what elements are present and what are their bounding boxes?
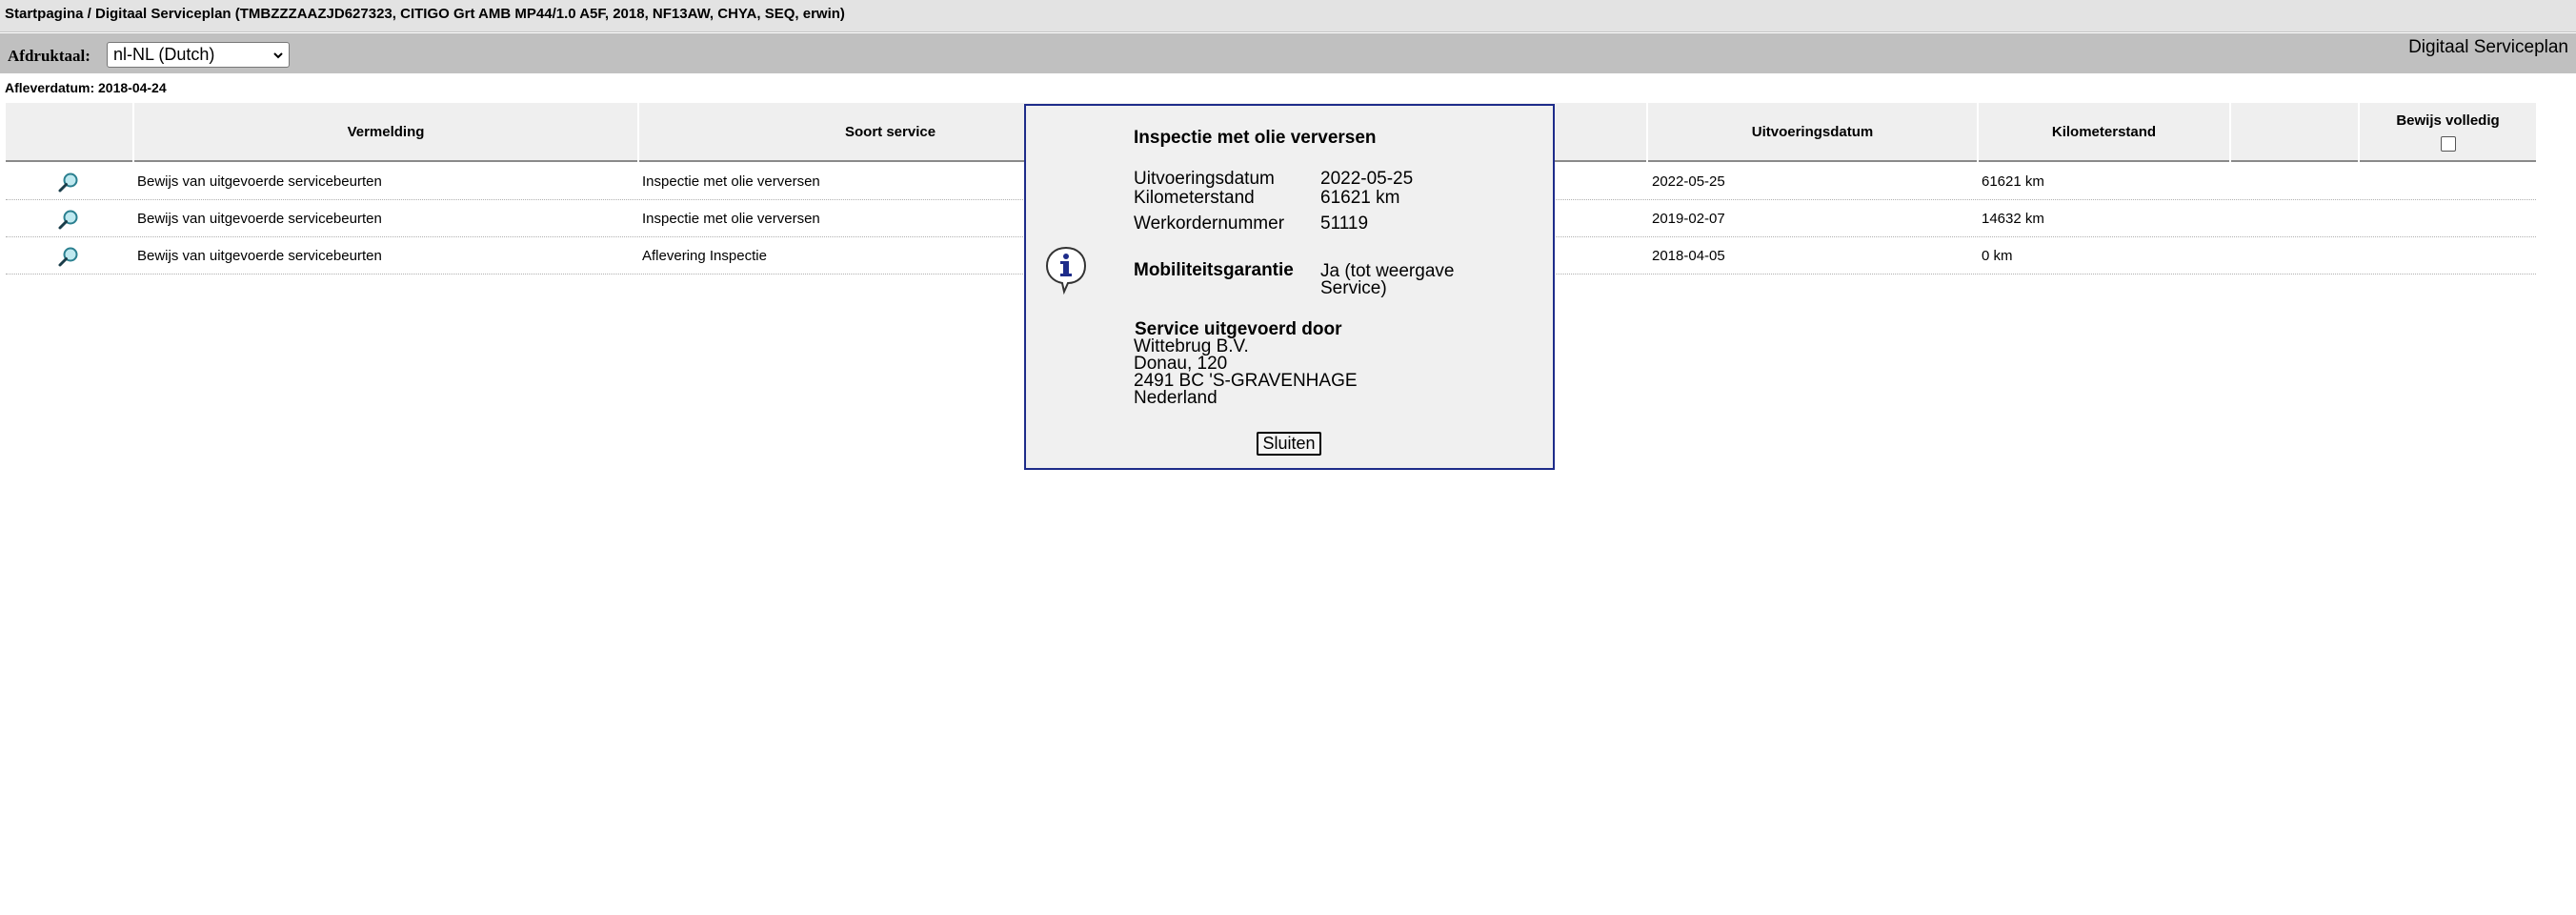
header-service-type-label: Soort service xyxy=(845,124,936,140)
field-value-execution-date: 2022-05-25 xyxy=(1320,169,1414,189)
header-entry-label: Vermelding xyxy=(347,123,425,140)
magnifier-icon[interactable] xyxy=(57,208,80,231)
breadcrumb[interactable]: Startpagina / Digitaal Serviceplan (TMBZ… xyxy=(5,6,845,22)
toolbar: Afdruktaal: nl-NL (Dutch) Digitaal Servi… xyxy=(0,33,2576,73)
header-execution-date: Uitvoeringsdatum xyxy=(1648,103,1977,162)
cell-entry: Bewijs van uitgevoerde servicebeurten xyxy=(137,211,382,227)
cell-service-type: Inspectie met olie verversen xyxy=(642,211,820,227)
chevron-down-icon xyxy=(273,52,283,59)
print-language-value: nl-NL (Dutch) xyxy=(113,45,215,64)
magnifier-icon[interactable] xyxy=(57,245,80,268)
field-value-mileage: 61621 km xyxy=(1320,188,1400,208)
header-mileage-label: Kilometerstand xyxy=(2051,123,2157,140)
header-mileage: Kilometerstand xyxy=(1979,103,2229,162)
cell-execution-date: 2019-02-07 xyxy=(1652,211,1725,227)
cell-entry: Bewijs van uitgevoerde servicebeurten xyxy=(137,248,382,264)
header-execution-date-label: Uitvoeringsdatum xyxy=(1751,123,1874,140)
magnifier-icon[interactable] xyxy=(57,171,80,193)
print-language-label: Afdruktaal: xyxy=(8,47,91,65)
popup-title: Inspectie met olie verversen xyxy=(1134,128,1377,148)
print-language-select[interactable]: nl-NL (Dutch) xyxy=(107,42,290,68)
address-line: Nederland xyxy=(1134,388,1218,408)
field-label-execution-date: Uitvoeringsdatum xyxy=(1134,169,1275,189)
cell-mileage: 0 km xyxy=(1982,248,2013,264)
field-label-mileage: Kilometerstand xyxy=(1134,188,1255,208)
cell-entry: Bewijs van uitgevoerde servicebeurten xyxy=(137,173,382,190)
mobility-guarantee-label: Mobiliteitsgarantie xyxy=(1134,260,1294,280)
proof-complete-checkbox[interactable] xyxy=(2440,136,2456,152)
header-proof-complete-label: Bewijs volledig xyxy=(2396,112,2500,129)
mobility-guarantee-value-line2: Service) xyxy=(1320,278,1387,298)
cell-mileage: 61621 km xyxy=(1982,173,2044,190)
cell-service-type: Inspectie met olie verversen xyxy=(642,173,820,190)
cell-execution-date: 2022-05-25 xyxy=(1652,173,1725,190)
info-icon xyxy=(1045,246,1087,295)
close-button[interactable]: Sluiten xyxy=(1257,432,1321,456)
app-title: Digitaal Serviceplan xyxy=(2408,37,2568,57)
header-action xyxy=(6,103,132,162)
header-extra xyxy=(2231,103,2358,162)
cell-service-type: Aflevering Inspectie xyxy=(642,248,767,264)
field-value-work-order: 51119 xyxy=(1320,214,1369,234)
cell-mileage: 14632 km xyxy=(1982,211,2044,227)
breadcrumb-bar: Startpagina / Digitaal Serviceplan (TMBZ… xyxy=(0,0,2576,32)
service-detail-popup: Inspectie met olie verversen Uitvoerings… xyxy=(1024,104,1555,470)
header-entry: Vermelding xyxy=(134,103,637,162)
header-proof-complete: Bewijs volledig xyxy=(2360,103,2536,162)
field-label-work-order: Werkordernummer xyxy=(1134,214,1285,234)
delivery-date: Afleverdatum: 2018-04-24 xyxy=(5,80,167,95)
cell-execution-date: 2018-04-05 xyxy=(1652,248,1725,264)
